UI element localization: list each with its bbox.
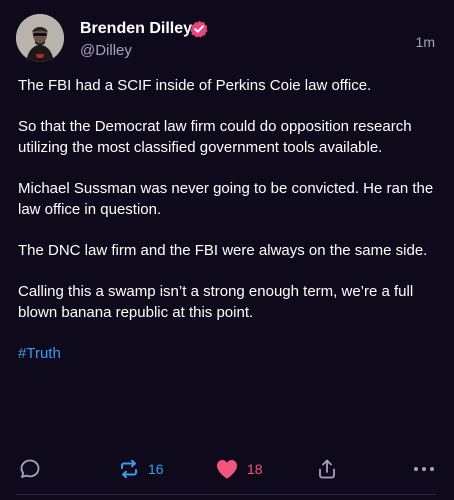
reply-button[interactable] xyxy=(19,455,41,483)
repost-count: 16 xyxy=(148,461,164,477)
display-name[interactable]: Brenden Dilley xyxy=(80,18,192,40)
like-count: 18 xyxy=(247,461,263,477)
reply-icon xyxy=(20,459,40,478)
avatar[interactable] xyxy=(16,14,64,62)
post-paragraph-4: The DNC law firm and the FBI were always… xyxy=(18,242,428,259)
post-timestamp[interactable]: 1m xyxy=(416,33,435,51)
repost-icon xyxy=(121,459,137,479)
post-paragraph-1: The FBI had a SCIF inside of Perkins Coi… xyxy=(18,77,372,94)
post-paragraph-2: So that the Democrat law firm could do o… xyxy=(18,118,412,156)
share-button[interactable] xyxy=(316,455,338,483)
author-handle[interactable]: @Dilley xyxy=(80,41,132,61)
post-paragraph-3: Michael Sussman was never going to be co… xyxy=(18,180,434,218)
repost-button[interactable]: 16 xyxy=(118,455,164,483)
post-card: Brenden Dilley @Dilley 1m The FBI had a … xyxy=(0,0,454,500)
divider xyxy=(16,494,436,495)
action-bar: 16 18 xyxy=(0,455,454,483)
post-body: The FBI had a SCIF inside of Perkins Coi… xyxy=(18,75,438,364)
post-paragraph-5: Calling this a swamp isn’t a strong enou… xyxy=(18,283,414,321)
avatar-image xyxy=(16,14,64,62)
more-options-button[interactable] xyxy=(412,455,436,483)
verified-badge-icon xyxy=(190,20,208,38)
more-icon xyxy=(414,467,434,471)
hashtag-link[interactable]: #Truth xyxy=(18,343,438,364)
heart-icon xyxy=(217,460,237,479)
share-icon xyxy=(319,459,335,479)
like-button[interactable]: 18 xyxy=(215,455,263,483)
